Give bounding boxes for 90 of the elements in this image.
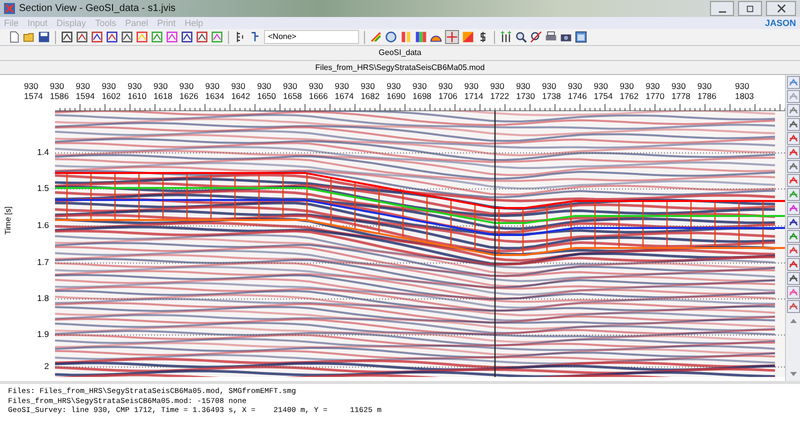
color-scale-icon[interactable] [400,31,412,43]
toolbar-tool-icon[interactable] [196,31,208,43]
column-label: 930 1762 [620,81,639,101]
time-tick-label: 2 [44,361,49,371]
column-label: 930 1682 [360,81,380,101]
column-label: 930 1746 [568,81,587,101]
minimize-icon [718,10,726,12]
toolbar-tool-icon[interactable] [91,31,103,43]
toolbar-tool-icon[interactable] [121,31,133,43]
window-icon[interactable] [575,31,587,43]
menu-item[interactable]: Display [56,18,86,28]
time-tick-label: 1.4 [37,147,49,157]
time-tick-label: 1.9 [37,329,49,339]
column-label: 930 1722 [490,81,510,101]
toolbar-tool-icon[interactable] [181,31,193,43]
column-label: 930 1618 [154,81,172,101]
app-icon [4,3,15,14]
crosshair-icon[interactable] [445,30,459,44]
column-label: 930 1574 [24,81,43,101]
zoom-icon[interactable] [515,31,527,43]
menu-item[interactable]: Help [184,18,204,28]
menu-item[interactable]: File [4,18,19,28]
gradient-icon[interactable] [462,31,474,43]
time-tick-label: 1.5 [37,183,49,193]
window-title: Section View - GeoSI_data - s1.jvis [19,3,176,14]
seismic-section-drawing[interactable] [55,111,785,377]
logo: JASON [764,18,796,28]
column-label: 930 1610 [128,81,147,101]
column-label: 930 1738 [542,81,561,101]
side-tool-icon[interactable] [786,118,800,131]
column-label: 930 1730 [516,81,536,101]
column-label: 930 1658 [283,81,302,101]
column-label: 930 1650 [257,81,276,101]
side-tool-icon[interactable] [786,132,800,145]
column-label: 930 1770 [646,81,665,101]
column-label: 930 1634 [205,81,224,101]
column-label: 930 1602 [102,81,121,101]
side-tool-icon[interactable] [786,244,800,257]
column-label: 930 1786 [697,81,716,101]
ruler-icon[interactable] [234,31,246,43]
time-tick-label: 1.6 [37,220,49,230]
toolbar-tool-icon[interactable] [106,31,118,43]
folder-icon[interactable] [23,31,35,43]
column-label: 930 1714 [464,81,484,101]
menu-item[interactable]: Tools [95,18,116,28]
side-tool-icon[interactable] [786,160,800,173]
column-label: 930 1690 [386,81,406,101]
side-tool-icon[interactable] [786,146,800,159]
dataset-header: GeoSI_data [0,45,800,60]
file-header: Files_from_HRS\SegyStrataSeisCB6Ma05.mod [0,60,800,75]
menu-item[interactable]: Input [28,18,48,28]
menu-item[interactable]: Print [157,18,176,28]
horizon-dropdown[interactable]: <None> [264,30,359,44]
column-label: 930 1706 [438,81,458,101]
restore-button[interactable] [738,1,762,16]
time-tick-label: 1.7 [37,257,49,267]
restore-icon [746,4,754,13]
toolbar-tool-icon[interactable] [136,31,148,43]
side-tool-icon[interactable] [786,300,800,313]
side-tool-icon[interactable] [786,216,800,229]
column-label: 930 1803 [735,81,754,101]
close-icon [776,4,786,13]
column-label: 930 1586 [50,81,69,101]
toolbar-tool-icon[interactable] [61,31,73,43]
side-tool-icon[interactable] [786,174,800,187]
scroll-down-icon[interactable] [790,372,796,377]
color-bars-icon[interactable] [415,31,427,43]
menu-item[interactable]: Panel [125,18,148,28]
cursor-icon[interactable] [249,31,261,43]
add-traces-icon[interactable] [500,31,512,43]
zoom-off-icon[interactable] [530,31,542,43]
column-label: 930 1666 [308,81,328,101]
side-tool-icon[interactable] [786,258,800,271]
column-label: 930 1778 [672,81,690,101]
side-tool-icon[interactable] [786,272,800,285]
time-axis-label: Time [s] [4,206,13,235]
close-button[interactable] [766,1,796,16]
column-label: 930 1754 [594,81,613,101]
scroll-up-icon[interactable] [790,318,796,323]
column-label: 930 1626 [179,81,198,101]
rainbow-icon[interactable] [370,31,382,43]
toolbar-tool-icon[interactable] [76,31,88,43]
print-icon[interactable] [545,31,557,43]
column-label: 930 1674 [334,81,354,101]
save-icon[interactable] [38,31,50,43]
column-label: 930 1594 [76,81,95,101]
time-tick-label: 1.8 [37,293,49,303]
column-label: 930 1642 [231,81,250,101]
column-label: 930 1698 [412,81,432,101]
new-document-icon[interactable] [8,31,20,43]
